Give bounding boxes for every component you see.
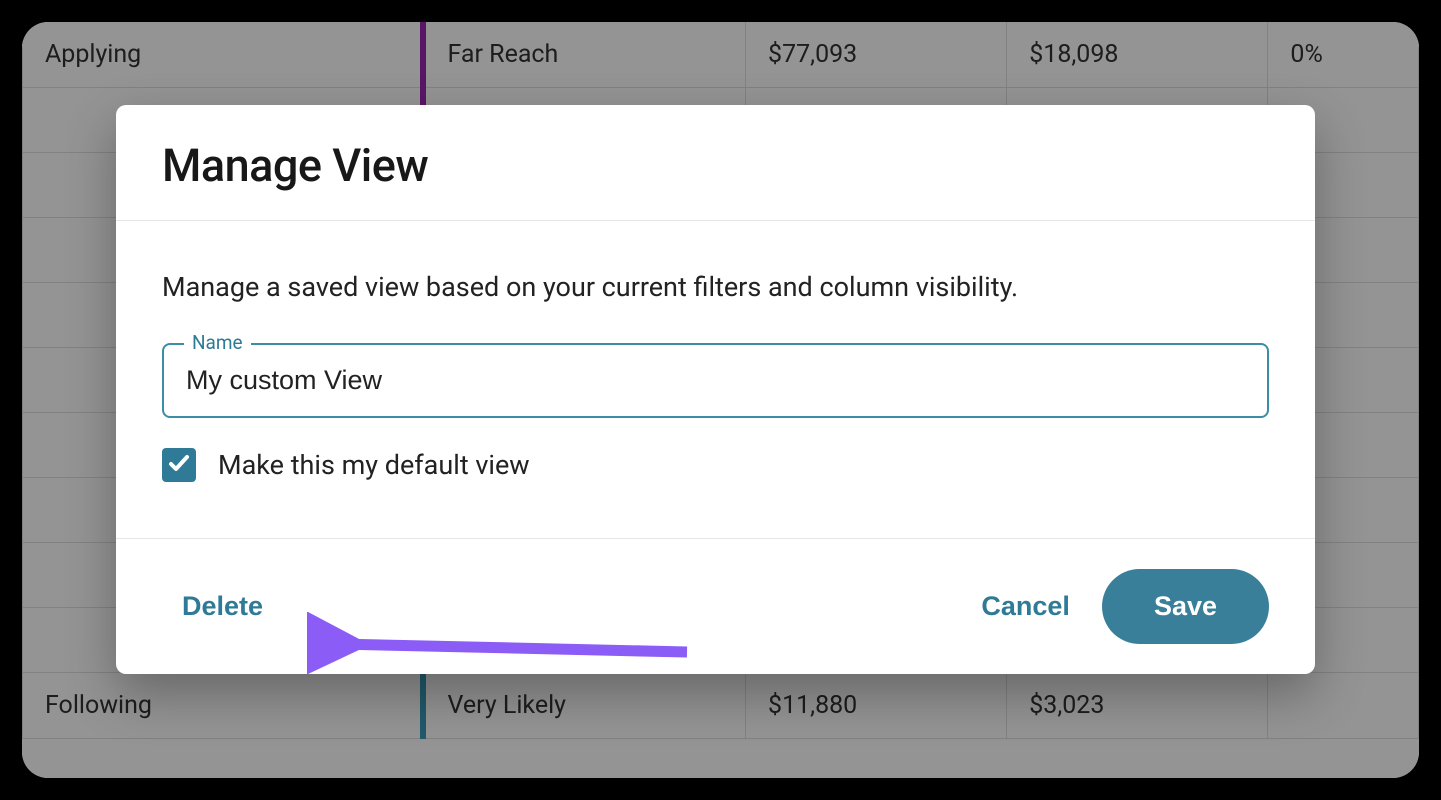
manage-view-dialog: Manage View Manage a saved view based on… <box>116 105 1315 674</box>
app-window: Applying Far Reach $77,093 $18,098 0% Fo… <box>22 22 1419 778</box>
dialog-footer: Delete Cancel Save <box>116 538 1315 674</box>
name-field-label: Name <box>184 331 251 354</box>
dialog-header: Manage View <box>116 105 1315 221</box>
default-view-row: Make this my default view <box>162 448 1269 482</box>
delete-button[interactable]: Delete <box>176 581 269 632</box>
default-view-label: Make this my default view <box>218 449 530 481</box>
dialog-description: Manage a saved view based on your curren… <box>162 271 1269 303</box>
save-button[interactable]: Save <box>1102 569 1269 644</box>
default-view-checkbox[interactable] <box>162 448 196 482</box>
check-icon <box>167 451 191 479</box>
dialog-title: Manage View <box>162 139 1269 192</box>
name-input[interactable] <box>162 343 1269 418</box>
name-field: Name <box>162 343 1269 418</box>
cancel-button[interactable]: Cancel <box>975 581 1076 632</box>
dialog-body: Manage a saved view based on your curren… <box>116 221 1315 538</box>
